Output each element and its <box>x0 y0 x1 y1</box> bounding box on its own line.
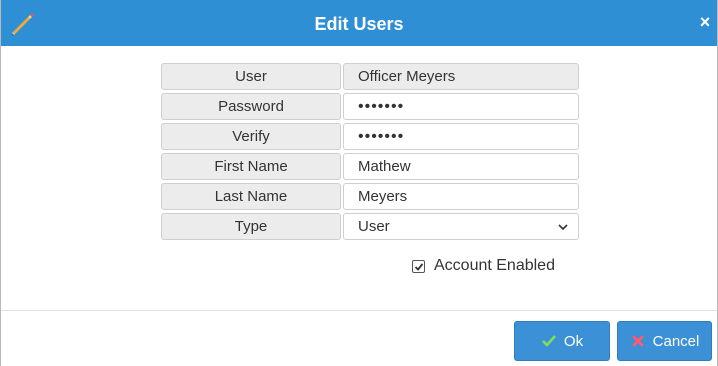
row-first-name: First Name Mathew <box>161 153 579 180</box>
footer-divider <box>1 310 717 311</box>
cancel-button-label: Cancel <box>652 332 700 350</box>
last-name-field[interactable]: Meyers <box>343 183 579 210</box>
user-form: User Officer Meyers Password ••••••• Ver… <box>161 63 579 243</box>
type-label: Type <box>161 213 341 240</box>
edit-users-dialog: Edit Users × User Officer Meyers Passwor… <box>0 0 718 366</box>
password-field[interactable]: ••••••• <box>343 93 579 120</box>
x-icon <box>632 335 644 347</box>
account-enabled-checkbox[interactable] <box>412 259 425 273</box>
close-icon[interactable]: × <box>695 12 715 32</box>
row-verify: Verify ••••••• <box>161 123 579 150</box>
row-last-name: Last Name Meyers <box>161 183 579 210</box>
row-user: User Officer Meyers <box>161 63 579 90</box>
user-label: User <box>161 63 341 90</box>
checkmark-icon <box>414 262 424 271</box>
user-value: Officer Meyers <box>343 63 579 90</box>
account-enabled-option[interactable]: Account Enabled <box>412 257 555 275</box>
verify-label: Verify <box>161 123 341 150</box>
check-icon <box>541 335 556 347</box>
ok-button-label: Ok <box>563 332 584 350</box>
row-type: Type User <box>161 213 579 240</box>
type-select[interactable]: User <box>343 213 579 240</box>
dialog-titlebar[interactable]: Edit Users × <box>1 0 717 46</box>
dialog-title: Edit Users <box>314 14 404 34</box>
verify-password-field[interactable]: ••••••• <box>343 123 579 150</box>
account-enabled-label: Account Enabled <box>434 257 555 274</box>
ok-button[interactable]: Ok <box>514 321 610 361</box>
first-name-label: First Name <box>161 153 341 180</box>
first-name-field[interactable]: Mathew <box>343 153 579 180</box>
type-select-value: User <box>358 218 390 235</box>
password-label: Password <box>161 93 341 120</box>
cancel-button[interactable]: Cancel <box>617 321 712 361</box>
chevron-down-icon <box>558 224 568 231</box>
last-name-label: Last Name <box>161 183 341 210</box>
row-password: Password ••••••• <box>161 93 579 120</box>
